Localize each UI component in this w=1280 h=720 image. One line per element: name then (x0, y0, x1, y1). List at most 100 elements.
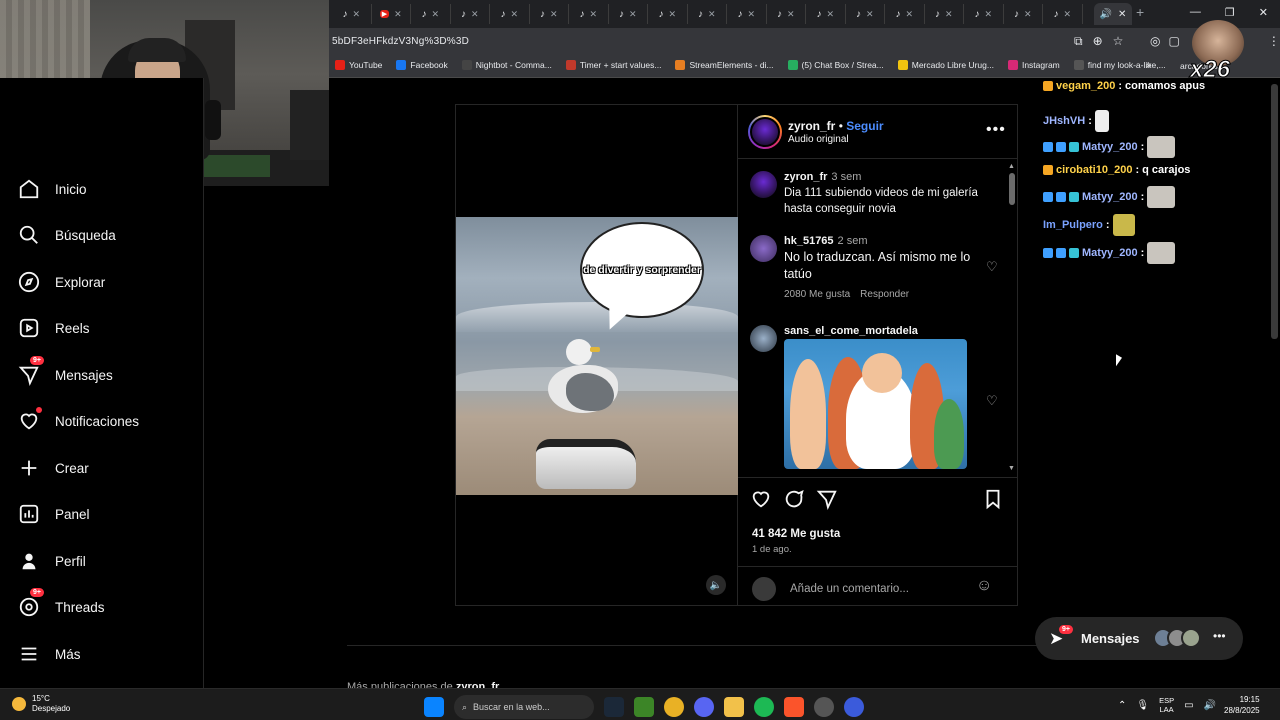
steam-icon[interactable] (604, 697, 624, 717)
chrome-icon[interactable] (664, 697, 684, 717)
like-comment-icon[interactable]: ♡ (986, 393, 998, 409)
tab-close-icon[interactable]: ✕ (352, 9, 360, 20)
browser-tab[interactable]: ♪ ✕ (925, 4, 964, 24)
audio-label[interactable]: Audio original (788, 134, 849, 145)
sidebar-item-threads[interactable]: 9+ Threads (18, 588, 105, 622)
browser-tab[interactable]: ♪ ✕ (767, 4, 806, 24)
browser-tab[interactable]: ♪ ✕ (688, 4, 727, 24)
browser-tab[interactable]: ♪ ✕ (569, 4, 609, 24)
url-field[interactable]: 5bDF3eHFkdzV3Ng%3D%3D (332, 36, 469, 47)
like-count[interactable]: 41 842 Me gusta (752, 528, 840, 540)
browser-tab[interactable]: ♪ ✕ (727, 4, 767, 24)
bookmark-item[interactable]: Facebook (396, 60, 448, 70)
tab-close-icon[interactable]: ✕ (550, 9, 558, 20)
emoji-icon[interactable]: ☺ (976, 577, 992, 595)
taskbar-search[interactable]: ⌕ Buscar en la web... (454, 695, 594, 719)
tab-close-icon[interactable]: ✕ (394, 9, 402, 20)
comment-username[interactable]: sans_el_come_mortadela (784, 325, 918, 337)
tab-close-icon[interactable]: ✕ (510, 9, 518, 20)
avatar[interactable] (750, 235, 777, 262)
browser-tab[interactable]: ♪ ✕ (846, 4, 885, 24)
new-tab-button[interactable]: + (1136, 4, 1144, 20)
sidebar-item-panel[interactable]: Panel (18, 499, 90, 529)
scroll-down-icon[interactable]: ▼ (1008, 465, 1015, 472)
speaker-icon[interactable]: 🔊 (1100, 9, 1112, 20)
tab-close-icon[interactable]: ✕ (787, 9, 795, 20)
scroll-up-icon[interactable]: ▲ (1008, 163, 1015, 170)
reel-video[interactable]: de divertir y sorprender (456, 217, 738, 495)
bookmark-item[interactable]: YouTube (335, 60, 382, 70)
add-comment-input[interactable]: Añade un comentario... (790, 583, 909, 595)
windows-start-icon[interactable] (424, 697, 444, 717)
more-options-icon[interactable]: ••• (986, 121, 1006, 139)
page-scrollbar[interactable] (1271, 84, 1278, 339)
bookmark-item[interactable]: StreamElements - di... (675, 60, 774, 70)
comment-username[interactable]: hk_51765 (784, 235, 834, 247)
like-icon[interactable] (750, 488, 772, 510)
browser-tab[interactable]: ♪ ✕ (648, 4, 688, 24)
minimize-button[interactable]: — (1190, 6, 1201, 19)
browser-tab[interactable]: ♪ ✕ (411, 4, 451, 24)
bookmark-item[interactable]: Timer + start values... (565, 60, 661, 70)
discord-icon[interactable] (694, 697, 714, 717)
browser-tab[interactable]: ♪ ✕ (451, 4, 490, 24)
bookmark-item[interactable]: Instagram (1007, 60, 1060, 70)
like-comment-icon[interactable]: ♡ (986, 259, 998, 275)
sidebar-item-reels[interactable]: Reels (18, 313, 90, 343)
puzzle-icon[interactable]: ▢ (1168, 34, 1179, 48)
bookmarks-overflow-button[interactable]: » (1146, 60, 1152, 71)
weather-widget[interactable]: 15°C Despejado (12, 694, 70, 714)
bookmark-item[interactable]: Mercado Libre Urug... (897, 60, 994, 70)
tab-close-icon[interactable]: ✕ (866, 9, 874, 20)
tab-close-icon[interactable]: ✕ (431, 9, 439, 20)
file-explorer-icon[interactable] (724, 697, 744, 717)
volume-icon[interactable]: 🔊 (1204, 700, 1216, 711)
sidebar-item-explorar[interactable]: Explorar (18, 267, 105, 297)
tab-active[interactable]: 🔊 ✕ (1094, 3, 1132, 25)
browser-tab[interactable]: ♪ ✕ (806, 4, 846, 24)
save-bookmark-icon[interactable] (982, 488, 1004, 510)
tab-close-icon[interactable]: ✕ (708, 9, 716, 20)
display-icon[interactable]: ▭ (1184, 700, 1193, 711)
avatar[interactable] (750, 171, 777, 198)
browser-tab[interactable]: ♪ ✕ (1004, 4, 1043, 24)
comment-username[interactable]: zyron_fr (784, 171, 827, 183)
taskbar-clock[interactable]: 19:15 28/8/2025 (1224, 694, 1260, 716)
tab-close-icon[interactable]: ✕ (1118, 9, 1126, 20)
sidebar-item-inicio[interactable]: Inicio (18, 174, 87, 204)
comments-scrollbar[interactable]: ▲ ▼ (1008, 163, 1016, 473)
microphone-icon[interactable]: 🎙 (1136, 700, 1149, 711)
follow-button[interactable]: Seguir (846, 119, 883, 133)
tab-close-icon[interactable]: ✕ (589, 9, 597, 20)
spotify-icon[interactable] (754, 697, 774, 717)
sidebar-item-perfil[interactable]: Perfil (18, 546, 86, 576)
sidebar-item-mensajes[interactable]: 9+ Mensajes (18, 356, 113, 390)
browser-tab[interactable]: ♪ ✕ (490, 4, 530, 24)
bookmark-star-icon[interactable]: ☆ (1113, 34, 1124, 49)
browser-tab[interactable]: ♪ ✕ (332, 4, 372, 24)
browser-tab[interactable]: ♪ ✕ (885, 4, 925, 24)
tab-close-icon[interactable]: ✕ (984, 9, 992, 20)
sidebar-item-busqueda[interactable]: Búsqueda (18, 220, 116, 250)
restore-button[interactable]: ❐ (1225, 6, 1235, 19)
browser-tab[interactable]: ♪ ✕ (964, 4, 1004, 24)
tab-close-icon[interactable]: ✕ (629, 9, 637, 20)
author-username[interactable]: zyron_fr (788, 119, 835, 133)
browser-tab[interactable]: ▶ ✕ (372, 4, 411, 24)
tab-close-icon[interactable]: ✕ (747, 9, 755, 20)
share-icon[interactable] (816, 488, 838, 510)
tab-close-icon[interactable]: ✕ (826, 9, 834, 20)
sidebar-item-mas[interactable]: Más (18, 639, 81, 669)
tab-close-icon[interactable]: ✕ (1024, 9, 1032, 20)
avatar[interactable] (750, 325, 777, 352)
brave-icon[interactable] (784, 697, 804, 717)
comment-gif[interactable] (784, 339, 967, 469)
reply-button[interactable]: Responder (860, 289, 909, 300)
language-indicator[interactable]: ESP LAA (1159, 696, 1174, 714)
zoom-icon[interactable]: ⊕ (1093, 34, 1103, 49)
browser-tab[interactable]: ♪ ✕ (1043, 4, 1083, 24)
sidebar-item-notificaciones[interactable]: Notificaciones (18, 406, 139, 436)
tab-close-icon[interactable]: ✕ (471, 9, 479, 20)
messages-floating-button[interactable]: ➤ 9+ Mensajes ••• (1035, 617, 1243, 660)
story-ring[interactable] (748, 115, 782, 149)
